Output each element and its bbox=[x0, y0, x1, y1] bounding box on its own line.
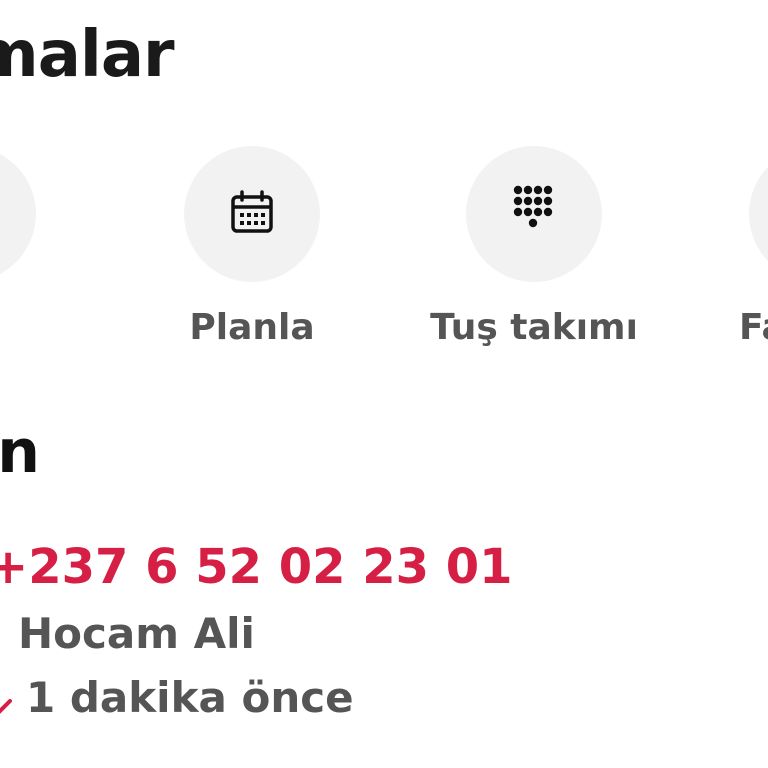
action-more-circle[interactable] bbox=[749, 146, 768, 282]
section-title: on bbox=[0, 417, 40, 487]
call-time-row: 1 dakika önce bbox=[0, 670, 354, 726]
phone-number[interactable]: +237 6 52 02 23 01 bbox=[0, 536, 513, 598]
contact-name: Hocam Ali bbox=[18, 609, 255, 658]
action-call-circle[interactable] bbox=[0, 146, 36, 282]
action-schedule-label: Planla bbox=[189, 307, 315, 348]
contact-icon bbox=[0, 622, 4, 646]
action-more[interactable]: Fa bbox=[739, 146, 768, 348]
action-more-label: Fa bbox=[739, 307, 768, 348]
contact-name-row: Hocam Ali bbox=[0, 606, 255, 662]
action-schedule[interactable]: Planla bbox=[184, 146, 320, 348]
action-schedule-circle[interactable] bbox=[184, 146, 320, 282]
action-dialpad-circle[interactable] bbox=[466, 146, 602, 282]
dialpad-icon bbox=[512, 185, 556, 243]
action-dialpad-label: Tuş takımı bbox=[430, 307, 638, 348]
outgoing-call-icon bbox=[0, 683, 14, 714]
action-call[interactable]: n bbox=[0, 146, 36, 282]
call-details-page: malar n bbox=[0, 0, 768, 768]
page-title: malar bbox=[0, 18, 175, 92]
calendar-icon bbox=[229, 189, 275, 239]
action-dialpad[interactable]: Tuş takımı bbox=[430, 146, 638, 348]
call-time: 1 dakika önce bbox=[26, 673, 354, 722]
